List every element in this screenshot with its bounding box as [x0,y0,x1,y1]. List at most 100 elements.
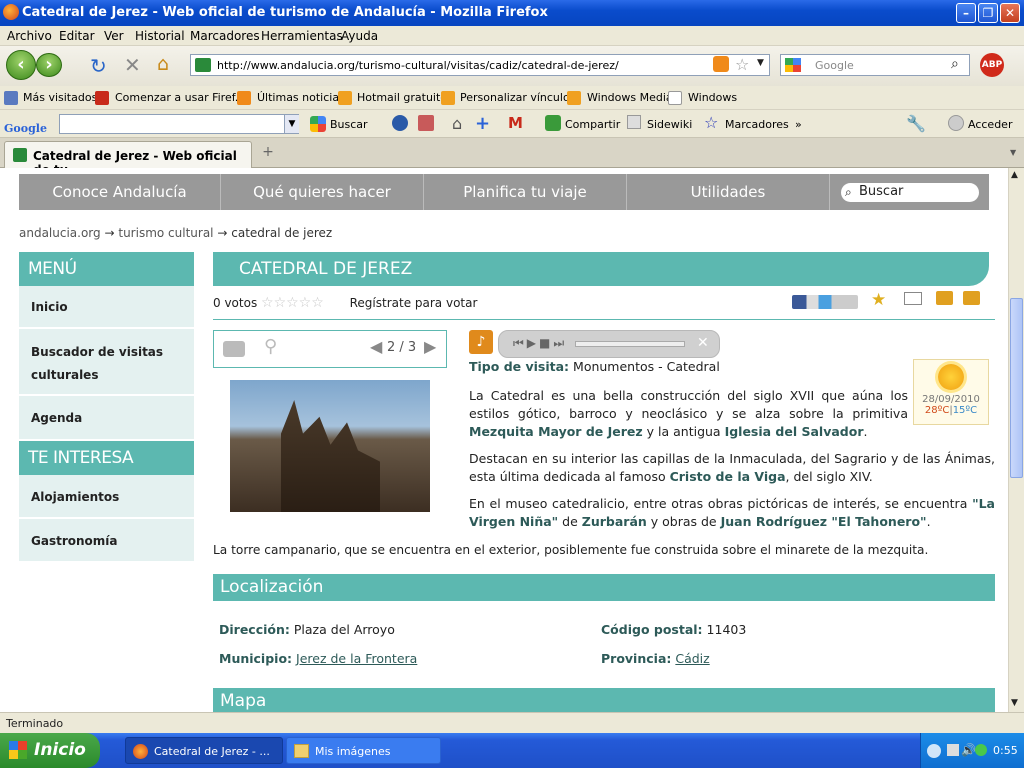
sidebar-item-gastronomia[interactable]: Gastronomía [19,519,194,563]
star-icon[interactable]: ☆ [704,113,718,132]
globe-icon[interactable] [392,115,408,131]
sidebar-item-alojamientos[interactable]: Alojamientos [19,475,194,519]
paragraph-4: La torre campanario, que se encuentra en… [213,543,929,557]
google-search-input[interactable]: ▼ [59,114,299,134]
bookmark-comenzar[interactable]: Comenzar a usar Firef... [115,91,245,104]
url-bar[interactable]: http://www.andalucia.org/turismo-cultura… [190,54,770,76]
audio-guide-icon[interactable]: ♪ [469,330,493,354]
breadcrumb-home[interactable]: andalucia.org [19,226,101,240]
menu-ver[interactable]: Ver [104,29,124,43]
search-icon[interactable]: ⌕ [951,56,959,72]
network-icon[interactable] [947,744,959,756]
scroll-thumb[interactable] [1010,298,1023,478]
tab-catedral[interactable]: Catedral de Jerez - Web oficial de tu... [4,141,252,177]
plus-icon[interactable]: + [475,113,490,134]
tab-list-icon[interactable]: ▼ [1010,148,1016,157]
more-chevron[interactable]: » [795,118,802,131]
menu-herramientas[interactable]: Herramientas [261,29,343,43]
taskbar-item-mis-imagenes[interactable]: Mis imágenes [286,737,441,764]
rating-stars[interactable]: ☆☆☆☆☆ [261,295,324,311]
provincia-link[interactable]: Cádiz [675,651,709,666]
page-title: CATEDRAL DE JEREZ [213,252,989,286]
player-controls-icon[interactable]: ⏮▶■⏭ [513,336,567,351]
adblock-icon[interactable]: ABP [980,53,1004,77]
bookmark-mas-visitados[interactable]: Más visitados [23,91,97,104]
player-close-icon[interactable]: ✕ [697,335,709,351]
compartir-button[interactable]: Compartir [565,118,620,131]
nav-que-quieres-hacer[interactable]: Qué quieres hacer [221,174,424,210]
menu-archivo[interactable]: Archivo [7,29,52,43]
search-engine-box[interactable]: Google ⌕ [780,54,970,76]
system-tray: 🔊 0:55 [920,733,1024,768]
home-icon[interactable]: ⌂ [157,53,169,75]
share-icon[interactable] [545,115,561,131]
menu-historial[interactable]: Historial [135,29,185,43]
gmail-icon[interactable]: M [508,114,523,132]
marcadores-button[interactable]: Marcadores [725,118,789,131]
menu-marcadores[interactable]: Marcadores [190,29,260,43]
msn-icon [567,91,581,105]
buscar-button[interactable]: Buscar [330,118,368,131]
nav-conoce-andalucia[interactable]: Conoce Andalucía [19,174,221,210]
scroll-down-icon[interactable]: ▼ [1011,698,1018,708]
nav-planifica-tu-viaje[interactable]: Planifica tu viaje [424,174,627,210]
tray-app-icon[interactable] [975,744,987,756]
bank-icon[interactable]: ⌂ [452,114,462,133]
menu-editar[interactable]: Editar [59,29,95,43]
bookmark-windows[interactable]: Windows [688,91,737,104]
register-vote-link[interactable]: Regístrate para votar [350,296,478,310]
sidebar-item-agenda[interactable]: Agenda [19,396,194,441]
url-dropdown-icon[interactable]: ▼ [757,58,764,68]
reload-icon[interactable]: ↻ [90,54,107,78]
sidebar-item-inicio[interactable]: Inicio [19,286,194,329]
prev-arrow-icon[interactable]: ◀ [370,337,382,356]
chevron-down-icon[interactable]: ▼ [284,115,299,133]
wrench-icon[interactable]: 🔧 [906,114,926,133]
camera-icon[interactable] [223,341,245,357]
taskbar-item-firefox[interactable]: Catedral de Jerez - ... [125,737,283,764]
translate-icon[interactable] [418,115,434,131]
sun-icon [938,364,964,390]
person-icon[interactable]: ⚲ [264,336,277,357]
bookmark-star-icon[interactable]: ☆ [735,55,749,74]
menu-ayuda[interactable]: Ayuda [341,29,378,43]
bookmark-ultimas-noticias[interactable]: Últimas noticias [257,91,345,104]
nav-utilidades[interactable]: Utilidades [627,174,830,210]
sidewiki-button[interactable]: Sidewiki [647,118,692,131]
close-button[interactable]: ✕ [1000,3,1020,23]
maximize-button[interactable]: ❐ [978,3,998,23]
scroll-up-icon[interactable]: ▲ [1011,170,1018,180]
favorite-star-icon[interactable]: ★ [871,290,886,310]
briefcase-icon[interactable] [936,291,953,305]
municipio-link[interactable]: Jerez de la Frontera [296,651,417,666]
minimize-button[interactable]: – [956,3,976,23]
social-share-icons[interactable] [792,295,858,309]
stop-icon[interactable]: ✕ [124,53,141,77]
bookmark-windows-media[interactable]: Windows Media [587,91,673,104]
email-icon[interactable] [904,292,922,305]
tray-expand-icon[interactable] [927,744,941,758]
next-arrow-icon[interactable]: ▶ [424,337,436,356]
cathedral-photo[interactable] [230,380,430,512]
sidewiki-icon[interactable] [627,115,641,129]
rss-icon[interactable] [713,56,729,72]
forward-icon[interactable]: › [36,53,62,77]
breadcrumb-category[interactable]: turismo cultural [118,226,213,240]
user-icon[interactable] [948,115,964,131]
new-tab-button[interactable]: + [256,144,280,164]
tab-bar: Catedral de Jerez - Web oficial de tu...… [0,138,1024,177]
site-search-input[interactable]: ⌕ Buscar [841,183,979,202]
start-button[interactable]: Inicio [0,733,100,768]
sidebar-item-buscador[interactable]: Buscador de visitas culturales [19,329,194,396]
volume-icon[interactable]: 🔊 [961,743,976,757]
player-progress[interactable] [575,341,685,347]
bookmark-personalizar[interactable]: Personalizar vínculos [460,91,575,104]
bookmark-hotmail[interactable]: Hotmail gratuito [357,91,447,104]
vertical-scrollbar[interactable]: ▲ ▼ [1008,168,1024,712]
back-icon[interactable]: ‹ [6,50,36,80]
acceder-button[interactable]: Acceder [968,118,1012,131]
google-search-icon[interactable] [310,116,326,132]
add-folder-icon[interactable] [963,291,980,305]
google-engine-icon[interactable] [785,58,801,72]
firefox-icon [133,744,148,759]
